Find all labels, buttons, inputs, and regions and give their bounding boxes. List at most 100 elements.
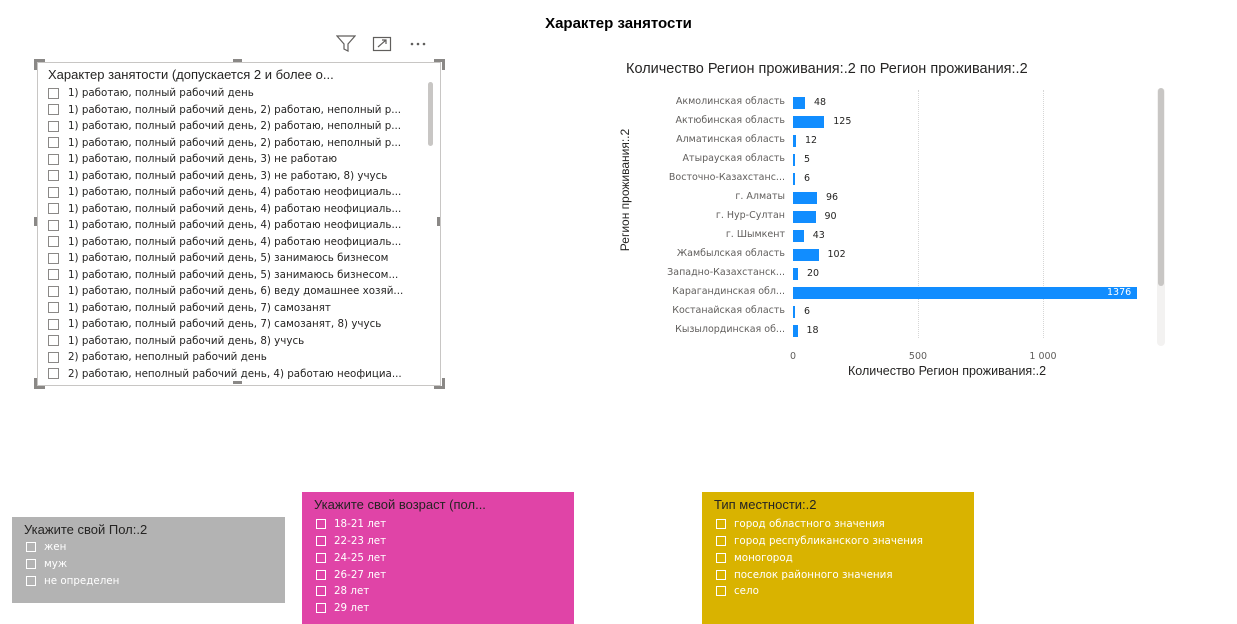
- slicer-item[interactable]: 1) работаю, полный рабочий день, 4) рабо…: [48, 234, 428, 251]
- employment-slicer-scrollbar[interactable]: [428, 82, 433, 146]
- bar[interactable]: [793, 172, 795, 185]
- checkbox-icon[interactable]: [48, 351, 59, 363]
- checkbox-icon[interactable]: [716, 519, 726, 530]
- checkbox-icon[interactable]: [48, 252, 59, 264]
- slicer-item[interactable]: муж: [26, 556, 67, 573]
- checkbox-icon[interactable]: [48, 87, 59, 99]
- slicer-item[interactable]: 1) работаю, полный рабочий день, 4) рабо…: [48, 184, 428, 201]
- slicer-item[interactable]: 2) работаю, неполный рабочий день: [48, 349, 428, 366]
- slicer-item-label: город республиканского значения: [734, 535, 923, 548]
- slicer-item[interactable]: моногород: [716, 550, 793, 567]
- slicer-item[interactable]: 1) работаю, полный рабочий день, 3) не р…: [48, 151, 428, 168]
- gender-slicer[interactable]: Укажите свой Пол:.2 жен муж не определен: [12, 517, 285, 603]
- checkbox-icon[interactable]: [716, 536, 726, 547]
- checkbox-icon[interactable]: [48, 285, 59, 297]
- more-options-icon[interactable]: [407, 34, 429, 54]
- checkbox-icon[interactable]: [48, 170, 59, 182]
- bar[interactable]: [793, 286, 1137, 299]
- checkbox-icon[interactable]: [48, 269, 59, 281]
- slicer-item-label: 1) работаю, полный рабочий день, 4) рабо…: [68, 235, 402, 248]
- slicer-item[interactable]: поселок районного значения: [716, 566, 893, 583]
- resize-handle[interactable]: [437, 217, 440, 226]
- checkbox-icon[interactable]: [48, 302, 59, 314]
- slicer-item[interactable]: 1) работаю, полный рабочий день, 6) веду…: [48, 283, 428, 300]
- checkbox-icon[interactable]: [316, 519, 326, 530]
- slicer-item[interactable]: 1) работаю, полный рабочий день, 8) учус…: [48, 333, 428, 350]
- checkbox-icon[interactable]: [48, 137, 59, 149]
- checkbox-icon[interactable]: [48, 104, 59, 116]
- resize-handle[interactable]: [434, 378, 445, 389]
- checkbox-icon[interactable]: [316, 552, 326, 563]
- checkbox-icon[interactable]: [316, 569, 326, 580]
- slicer-item[interactable]: жен: [26, 539, 66, 556]
- gridline: [918, 90, 919, 338]
- slicer-item[interactable]: не определен: [26, 573, 119, 590]
- slicer-item[interactable]: 18-21 лет: [316, 516, 386, 533]
- bar[interactable]: [793, 191, 817, 204]
- bar[interactable]: [793, 210, 816, 223]
- slicer-item[interactable]: город республиканского значения: [716, 533, 923, 550]
- resize-handle[interactable]: [434, 59, 445, 70]
- bar[interactable]: [793, 267, 798, 280]
- bar[interactable]: [793, 134, 796, 147]
- focus-mode-icon[interactable]: [371, 34, 393, 54]
- bar[interactable]: [793, 96, 805, 109]
- bar[interactable]: [793, 229, 804, 242]
- checkbox-icon[interactable]: [48, 203, 59, 215]
- bar[interactable]: [793, 305, 795, 318]
- slicer-item[interactable]: 1) работаю, полный рабочий день, 2) рабо…: [48, 102, 428, 119]
- checkbox-icon[interactable]: [48, 335, 59, 347]
- slicer-item[interactable]: 1) работаю, полный рабочий день, 3) не р…: [48, 168, 428, 185]
- filter-icon[interactable]: [335, 34, 357, 54]
- checkbox-icon[interactable]: [48, 368, 59, 380]
- age-slicer[interactable]: Укажите свой возраст (пол... 18-21 лет 22…: [302, 492, 574, 624]
- bar[interactable]: [793, 153, 795, 166]
- checkbox-icon[interactable]: [716, 586, 726, 597]
- slicer-item[interactable]: 2) работаю, неполный рабочий день, 4) ра…: [48, 366, 428, 383]
- slicer-item[interactable]: село: [716, 583, 759, 600]
- checkbox-icon[interactable]: [48, 219, 59, 231]
- bar[interactable]: [793, 324, 798, 337]
- slicer-item[interactable]: 28 лет: [316, 583, 369, 600]
- slicer-item[interactable]: 29 лет: [316, 600, 369, 617]
- slicer-item[interactable]: 1) работаю, полный рабочий день, 4) рабо…: [48, 217, 428, 234]
- checkbox-icon[interactable]: [716, 569, 726, 580]
- slicer-item[interactable]: 1) работаю, полный рабочий день, 4) рабо…: [48, 201, 428, 218]
- checkbox-icon[interactable]: [48, 120, 59, 132]
- chart-scrollbar-thumb[interactable]: [1158, 88, 1164, 286]
- slicer-item[interactable]: 1) работаю, полный рабочий день, 2) рабо…: [48, 135, 428, 152]
- slicer-item[interactable]: 1) работаю, полный рабочий день, 5) зани…: [48, 250, 428, 267]
- slicer-item-label: не определен: [44, 574, 120, 587]
- slicer-item[interactable]: 1) работаю, полный рабочий день: [48, 85, 428, 102]
- slicer-item[interactable]: 1) работаю, полный рабочий день, 7) само…: [48, 300, 428, 317]
- checkbox-icon[interactable]: [26, 542, 36, 553]
- checkbox-icon[interactable]: [26, 559, 36, 570]
- locality-slicer[interactable]: Тип местности:.2 город областного значен…: [702, 492, 974, 624]
- slicer-item[interactable]: 26-27 лет: [316, 566, 386, 583]
- resize-handle[interactable]: [233, 59, 242, 62]
- resize-handle[interactable]: [233, 381, 242, 384]
- resize-handle[interactable]: [34, 59, 45, 70]
- page-title: Характер занятости: [545, 15, 692, 32]
- slicer-item[interactable]: 1) работаю, полный рабочий день, 5) зани…: [48, 267, 428, 284]
- employment-slicer[interactable]: Характер занятости (допускается 2 и боле…: [37, 62, 441, 386]
- data-label: 20: [807, 267, 820, 279]
- slicer-item[interactable]: 1) работаю, полный рабочий день, 2) рабо…: [48, 118, 428, 135]
- checkbox-icon[interactable]: [48, 236, 59, 248]
- checkbox-icon[interactable]: [316, 586, 326, 597]
- slicer-item[interactable]: 1) работаю, полный рабочий день, 7) само…: [48, 316, 428, 333]
- bar[interactable]: [793, 115, 825, 128]
- checkbox-icon[interactable]: [26, 575, 36, 586]
- checkbox-icon[interactable]: [316, 603, 326, 614]
- checkbox-icon[interactable]: [48, 153, 59, 165]
- checkbox-icon[interactable]: [316, 536, 326, 547]
- checkbox-icon[interactable]: [48, 186, 59, 198]
- slicer-item[interactable]: город областного значения: [716, 516, 885, 533]
- slicer-item[interactable]: 22-23 лет: [316, 533, 386, 550]
- checkbox-icon[interactable]: [48, 318, 59, 330]
- bar[interactable]: [793, 248, 819, 261]
- resize-handle[interactable]: [34, 378, 45, 389]
- resize-handle[interactable]: [34, 217, 37, 226]
- checkbox-icon[interactable]: [716, 552, 726, 563]
- slicer-item[interactable]: 24-25 лет: [316, 550, 386, 567]
